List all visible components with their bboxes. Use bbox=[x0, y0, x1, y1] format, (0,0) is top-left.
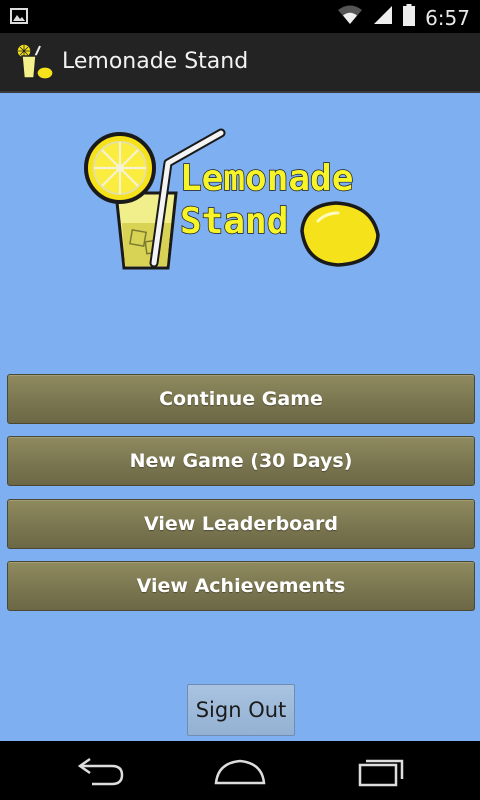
new-game-button[interactable]: New Game (30 Days) bbox=[7, 436, 475, 486]
main-content: Lemonade Stand Continue Game New Game (3… bbox=[0, 93, 480, 741]
recent-apps-icon[interactable] bbox=[350, 753, 410, 789]
continue-game-button[interactable]: Continue Game bbox=[7, 374, 475, 424]
wifi-icon bbox=[337, 5, 363, 30]
signal-icon bbox=[373, 5, 393, 30]
navigation-bar bbox=[0, 741, 480, 800]
sign-out-button[interactable]: Sign Out bbox=[187, 684, 295, 736]
status-bar: 6:57 bbox=[0, 0, 480, 33]
back-icon[interactable] bbox=[70, 753, 130, 789]
lemonade-glass-icon bbox=[16, 43, 54, 80]
logo-line2: Stand bbox=[180, 201, 288, 242]
action-bar: Lemonade Stand bbox=[0, 33, 480, 93]
home-icon[interactable] bbox=[210, 753, 270, 789]
view-leaderboard-button[interactable]: View Leaderboard bbox=[7, 499, 475, 549]
image-notification-icon bbox=[10, 8, 28, 29]
logo-line1: Lemonade bbox=[180, 158, 353, 199]
status-time: 6:57 bbox=[425, 5, 470, 30]
app-title: Lemonade Stand bbox=[62, 49, 249, 74]
lemonade-stand-logo: Lemonade Stand bbox=[84, 128, 380, 270]
battery-icon bbox=[403, 4, 416, 31]
view-achievements-button[interactable]: View Achievements bbox=[7, 561, 475, 611]
